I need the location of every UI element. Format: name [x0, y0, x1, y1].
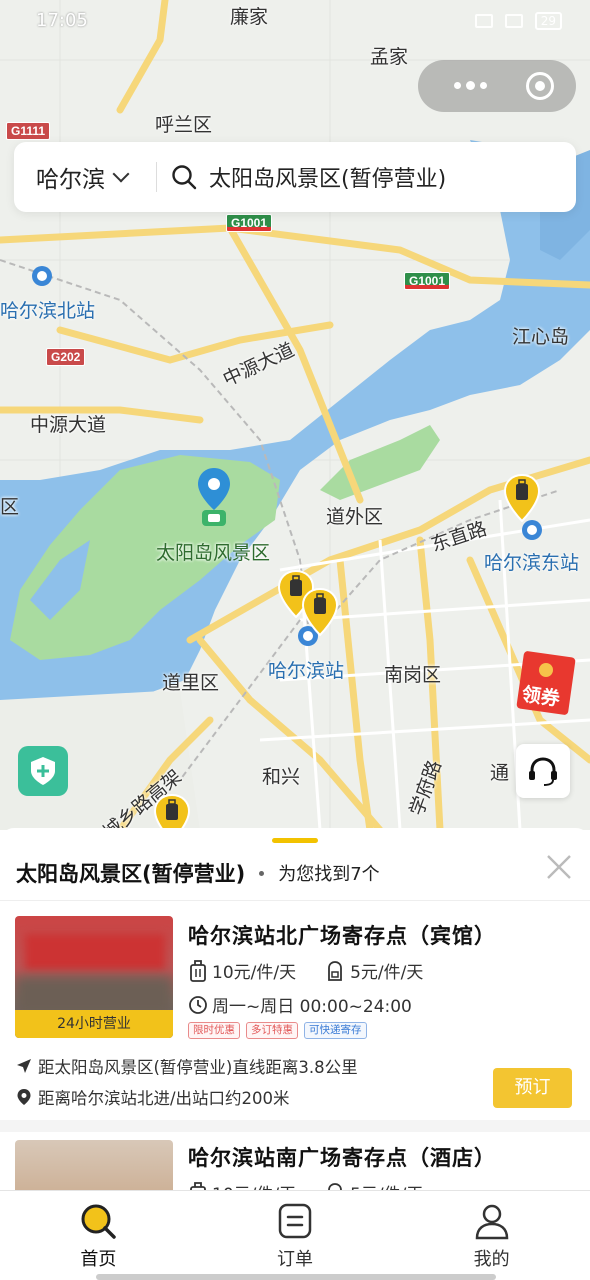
- map-label-station: 哈尔滨东站: [484, 552, 580, 574]
- clock-icon: [189, 995, 207, 1014]
- destination-pin-icon[interactable]: [196, 466, 232, 528]
- miniprogram-capsule: [418, 60, 576, 112]
- road-shield: G1111: [6, 122, 51, 140]
- road-shield: G1001: [226, 214, 273, 232]
- luggage-pin-icon[interactable]: [302, 588, 338, 636]
- search-icon: [172, 165, 197, 190]
- city-selector[interactable]: 哈尔滨: [14, 160, 156, 194]
- coupon-label: 领券: [520, 683, 562, 711]
- tab-mine[interactable]: 我的: [393, 1191, 590, 1280]
- map-label: 道里区: [162, 672, 220, 694]
- map-view[interactable]: 17:05 29 廉家 孟家 呼兰区 哈尔滨北站 江心岛 中源大道 中源大道 区…: [0, 0, 590, 830]
- search-home-icon: [81, 1204, 117, 1239]
- status-time: 17:05: [36, 10, 88, 31]
- status-icons: 29: [474, 12, 562, 30]
- battery-icon: 29: [534, 12, 562, 30]
- location-pin-icon: [17, 1089, 31, 1105]
- chevron-down-icon: [112, 165, 130, 183]
- distance-row: 距太阳岛风景区(暂停营业)直线距离3.8公里: [16, 1054, 358, 1078]
- close-miniprogram-icon[interactable]: [526, 72, 554, 100]
- map-label: 道外区: [326, 506, 384, 528]
- sheet-handle[interactable]: [272, 838, 318, 843]
- bag-price: 5元/件/天: [350, 1180, 423, 1190]
- backpack-icon: [328, 1182, 342, 1190]
- results-sheet: 太阳岛风景区(暂停营业) 为您找到7个 24小时营业 哈尔滨站北广场寄存点（宾馆…: [0, 828, 590, 1190]
- service-tag: 可快递寄存: [304, 1022, 367, 1039]
- close-icon[interactable]: [544, 852, 574, 882]
- map-label: 通: [490, 762, 510, 784]
- opening-hours: 周一~周日 00:00~24:00: [212, 997, 412, 1017]
- city-label: 哈尔滨: [36, 167, 105, 193]
- search-input[interactable]: 太阳岛风景区(暂停营业): [157, 161, 576, 193]
- map-label: 中源大道: [30, 414, 107, 436]
- home-indicator: [96, 1274, 496, 1280]
- road-shield: G1001: [404, 272, 451, 290]
- store-photo: 24小时营业: [15, 916, 173, 1038]
- card-divider: [0, 1120, 590, 1132]
- location-row: 距离哈尔滨站北进/出站口约200米: [16, 1085, 290, 1109]
- suitcase-icon: [190, 1181, 206, 1190]
- tab-home[interactable]: 首页: [0, 1191, 197, 1280]
- store-name: 哈尔滨站南广场寄存点（酒店）: [188, 1146, 496, 1170]
- store-name: 哈尔滨站北广场寄存点（宾馆）: [188, 924, 496, 948]
- order-list-icon: [278, 1203, 312, 1239]
- list-item[interactable]: 24小时营业 哈尔滨站北广场寄存点（宾馆） 10元/件/天 5元/件/天 周一~…: [0, 900, 590, 1118]
- map-label: 和兴: [262, 766, 301, 788]
- map-label: 廉家: [230, 6, 269, 28]
- map-label: 呼兰区: [155, 114, 213, 136]
- bag-price: 5元/件/天: [350, 963, 424, 983]
- sheet-title: 太阳岛风景区(暂停营业): [16, 862, 246, 886]
- promo-tags: 限时优惠 多订特惠 可快递寄存: [188, 1022, 367, 1039]
- location-text: 距离哈尔滨站北进/出站口约200米: [38, 1089, 290, 1108]
- store-photo: [15, 1140, 173, 1190]
- navigation-arrow-icon: [17, 1059, 31, 1073]
- bottom-tab-bar: 首页 订单 我的: [0, 1190, 590, 1280]
- map-label-station: 哈尔滨北站: [0, 300, 96, 322]
- tab-label: 订单: [277, 1249, 313, 1270]
- coupon-button[interactable]: 领券: [516, 650, 578, 716]
- search-query: 太阳岛风景区(暂停营业): [209, 167, 447, 192]
- hours-row: 周一~周日 00:00~24:00: [188, 992, 412, 1017]
- more-menu-icon[interactable]: [454, 81, 487, 90]
- promo-tag: 限时优惠: [188, 1022, 240, 1039]
- tab-label: 我的: [473, 1249, 510, 1270]
- wifi-icon: [474, 14, 493, 28]
- map-label-poi: 太阳岛风景区: [156, 542, 271, 564]
- train-station-icon: [32, 266, 52, 286]
- backpack-icon: [328, 960, 342, 981]
- tab-label: 首页: [80, 1249, 117, 1270]
- user-profile-icon: [475, 1204, 508, 1240]
- map-label: 区: [0, 496, 20, 518]
- map-label: 孟家: [370, 46, 409, 68]
- road-shield: G202: [46, 348, 86, 366]
- book-button[interactable]: 预订: [493, 1068, 572, 1108]
- headset-icon: [529, 757, 557, 786]
- list-item[interactable]: 哈尔滨站南广场寄存点（酒店） 10元/件/天 5元/件/天: [0, 1132, 590, 1190]
- promo-tag: 多订特惠: [246, 1022, 298, 1039]
- tab-orders[interactable]: 订单: [197, 1191, 394, 1280]
- map-label-station: 哈尔滨站: [268, 660, 345, 682]
- luggage-price: 10元/件/天: [212, 963, 297, 983]
- sheet-header: 太阳岛风景区(暂停营业) 为您找到7个: [16, 858, 576, 888]
- hours-badge: 24小时营业: [15, 1010, 173, 1038]
- price-row: 10元/件/天 5元/件/天: [188, 958, 423, 983]
- customer-service-button[interactable]: [516, 744, 570, 798]
- safety-button[interactable]: [18, 746, 68, 796]
- luggage-price: 10元/件/天: [212, 1180, 296, 1190]
- dot-separator: [259, 870, 265, 876]
- signal-icon: [504, 14, 523, 28]
- map-label: 江心岛: [512, 326, 570, 348]
- result-count: 为您找到7个: [278, 864, 380, 885]
- price-row: 10元/件/天 5元/件/天: [188, 1180, 423, 1190]
- map-label: 南岗区: [384, 664, 442, 686]
- shield-plus-icon: [31, 757, 55, 785]
- distance-text: 距太阳岛风景区(暂停营业)直线距离3.8公里: [38, 1058, 358, 1077]
- suitcase-icon: [190, 959, 206, 982]
- luggage-pin-icon[interactable]: [504, 474, 540, 522]
- luggage-pin-icon[interactable]: [154, 794, 190, 830]
- search-bar: 哈尔滨 太阳岛风景区(暂停营业): [14, 142, 576, 212]
